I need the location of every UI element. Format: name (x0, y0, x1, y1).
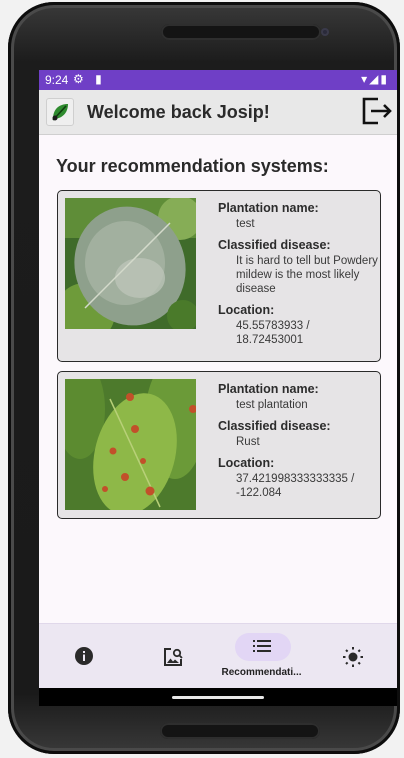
nav-label-recommendations: Recommendati... (221, 667, 302, 678)
status-time: 9:24 (45, 73, 69, 87)
phone-frame: 9:24 ⚙ ▮ ▾◢▮ Welcome back Josip! Your re… (8, 2, 400, 754)
location-label: Location: (218, 456, 275, 470)
plantation-value: test (236, 218, 255, 230)
recommendations-content: Your recommendation systems: Plantation … (39, 135, 397, 623)
powdery-mildew-leaf-image (65, 198, 196, 329)
recommendation-card[interactable]: Plantation name: test plantation Classif… (57, 371, 381, 519)
list-icon (252, 640, 271, 652)
nav-item-image-search[interactable] (128, 624, 217, 689)
image-search-icon (163, 648, 183, 666)
disease-label: Classified disease: (218, 238, 331, 252)
section-title: Your recommendation systems: (56, 156, 329, 176)
gesture-area (39, 688, 397, 706)
leaf-logo-icon (46, 98, 74, 126)
rust-leaf-image (65, 379, 196, 510)
location-label: Location: (218, 303, 275, 317)
logout-icon (362, 97, 392, 125)
logout-button[interactable] (359, 94, 393, 128)
location-value: 37.421998333333335 / -122.084 (236, 473, 355, 499)
card-info: Plantation name: test Classified disease… (218, 201, 378, 354)
welcome-title: Welcome back Josip! (87, 102, 270, 122)
disease-label: Classified disease: (218, 419, 331, 433)
disease-value: It is hard to tell but Powdery mildew is… (236, 255, 378, 295)
location-value: 45.55783933 / 18.72453001 (236, 320, 310, 346)
info-icon (74, 647, 93, 665)
notification-icons: ⚙ ▮ (73, 72, 106, 86)
plantation-label: Plantation name: (218, 201, 319, 215)
nav-item-brightness[interactable] (308, 624, 397, 689)
nav-item-recommendations[interactable]: Recommendati... (217, 624, 306, 689)
front-camera (321, 28, 329, 36)
top-speaker (161, 24, 321, 40)
signal-battery-icons: ▾◢▮ (361, 72, 389, 86)
recommendation-card[interactable]: Plantation name: test Classified disease… (57, 190, 381, 362)
home-gesture-bar[interactable] (172, 696, 264, 699)
device-screen: 9:24 ⚙ ▮ ▾◢▮ Welcome back Josip! Your re… (39, 70, 397, 706)
brightness-icon (342, 647, 363, 667)
plantation-value: test plantation (236, 399, 308, 411)
disease-value: Rust (236, 436, 260, 448)
status-bar: 9:24 ⚙ ▮ ▾◢▮ (39, 70, 397, 90)
bottom-navigation: Recommendati... (39, 623, 397, 689)
plantation-label: Plantation name: (218, 382, 319, 396)
nav-item-info[interactable] (39, 624, 128, 689)
card-info: Plantation name: test plantation Classif… (218, 382, 378, 507)
bottom-speaker (160, 723, 320, 739)
app-bar: Welcome back Josip! (39, 90, 397, 135)
